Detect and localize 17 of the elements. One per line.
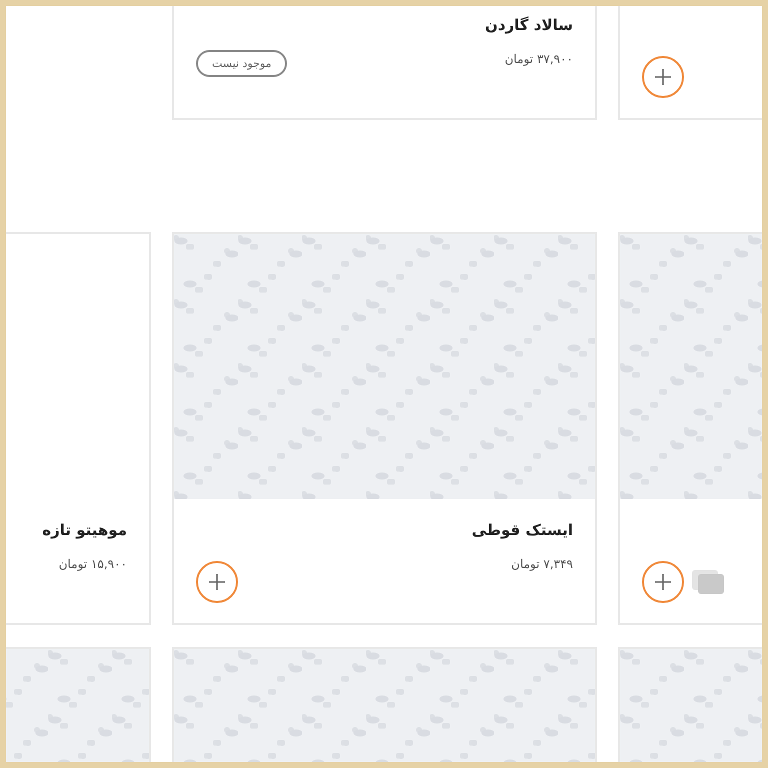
product-name: سالاد گاردن [485,16,573,34]
gallery-icon [690,568,726,596]
product-card[interactable]: سالاد گاردن ۳۷,۹۰۰ تومان موجود نیست [172,6,597,120]
out-of-stock-badge: موجود نیست [196,50,288,77]
product-name: موهیتو تازه [42,521,127,539]
add-button[interactable] [642,56,684,98]
plus-icon [654,573,672,591]
product-name: ایستک قوطی [472,521,573,539]
product-price: ۳۷,۹۰۰ تومان [504,52,573,66]
add-button[interactable] [642,561,684,603]
product-price: ۱۵,۹۰۰ تومان [58,557,127,571]
product-card[interactable]: ایستک قوطی ۷,۳۴۹ تومان [172,232,597,625]
add-button[interactable] [196,561,238,603]
plus-icon [654,68,672,86]
product-price: ۷,۳۴۹ تومان [510,557,573,571]
product-card[interactable]: موهیتو تازه ۱۵,۹۰۰ تومان [6,232,151,625]
plus-icon [208,573,226,591]
